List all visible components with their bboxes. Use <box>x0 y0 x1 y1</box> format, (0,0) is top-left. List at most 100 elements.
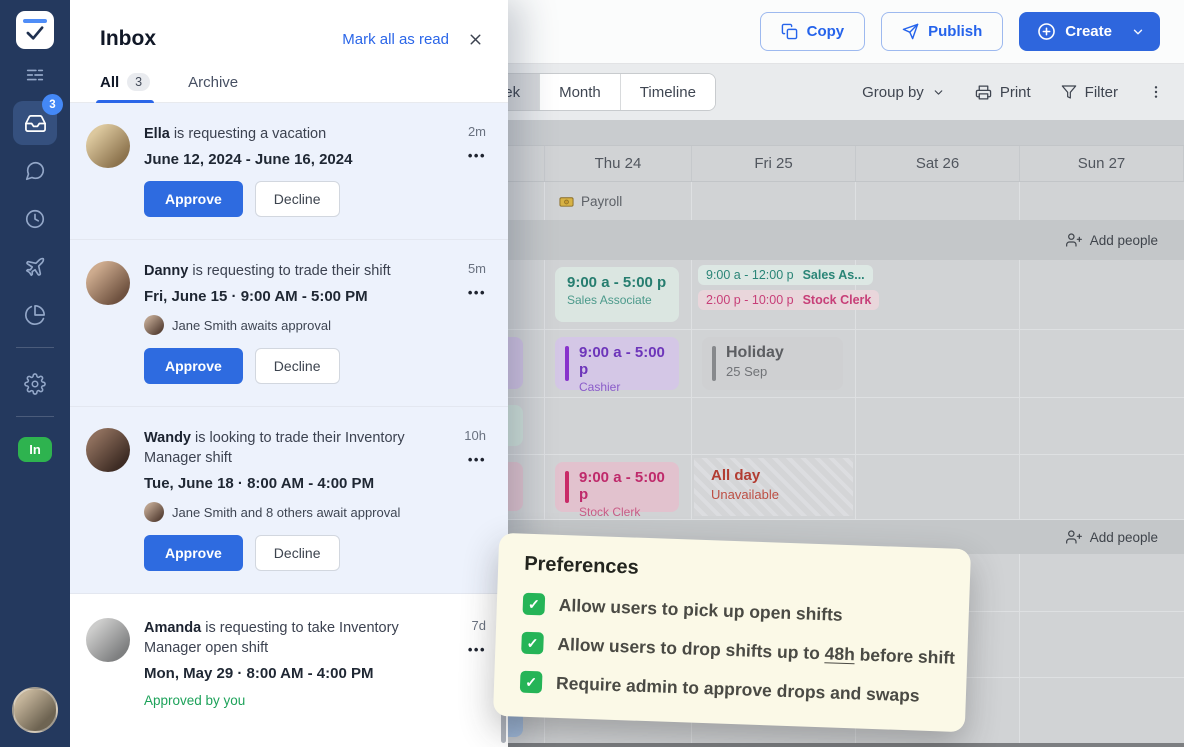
person-add-icon <box>1066 232 1082 248</box>
copy-button[interactable]: Copy <box>760 12 866 51</box>
chevron-down-icon[interactable] <box>1131 25 1145 39</box>
inbox-item-ella[interactable]: Ella is requesting a vacation June 12, 2… <box>70 103 508 240</box>
print-label: Print <box>1000 84 1031 101</box>
clock-in-button[interactable]: In <box>18 437 52 462</box>
unavailable-allday: All day <box>711 467 836 484</box>
tab-archive[interactable]: Archive <box>188 74 238 102</box>
create-label: Create <box>1065 23 1112 40</box>
shift-card-cashier[interactable]: 9:00 a - 5:00 p Cashier <box>555 337 679 390</box>
view-controls: Group by Print Filter <box>862 64 1184 120</box>
more-options-icon[interactable]: ••• <box>452 148 486 163</box>
close-icon[interactable] <box>467 31 484 48</box>
tab-all-count-badge: 3 <box>127 73 150 91</box>
shift-color-bar <box>712 346 716 381</box>
approve-button[interactable]: Approve <box>144 181 243 217</box>
shift-pill-sales[interactable]: 9:00 a - 12:00 p Sales As... <box>698 265 873 285</box>
preference-label: Require admin to approve drops and swaps <box>556 672 920 706</box>
decline-button[interactable]: Decline <box>255 535 340 571</box>
gear-icon <box>24 373 46 395</box>
inbox-count-badge: 3 <box>42 94 63 115</box>
tab-timeline[interactable]: Timeline <box>620 74 715 110</box>
tab-all[interactable]: All 3 <box>100 73 150 102</box>
approval-status-text: Jane Smith and 8 others await approval <box>172 505 400 520</box>
sidebar-item-reports[interactable] <box>13 293 57 337</box>
item-timestamp: 5m <box>452 261 486 276</box>
chat-bubble-icon <box>24 160 46 182</box>
logo-calendar-bar <box>23 19 47 23</box>
sidebar-item-time-clock[interactable] <box>13 197 57 241</box>
plus-circle-icon <box>1037 22 1056 41</box>
person-add-icon <box>1066 529 1082 545</box>
kebab-menu-icon[interactable] <box>1148 84 1164 100</box>
item-detail: Tue, June 18 · 8:00 AM - 4:00 PM <box>144 475 438 492</box>
user-avatar[interactable] <box>12 687 58 733</box>
sidebar-item-chat[interactable] <box>13 149 57 193</box>
inbox-item-danny[interactable]: Danny is requesting to trade their shift… <box>70 240 508 407</box>
sidebar-item-time-off[interactable] <box>13 245 57 289</box>
decline-button[interactable]: Decline <box>255 181 340 217</box>
drop-window-value[interactable]: 48h <box>824 643 855 664</box>
avatar <box>86 124 130 168</box>
payroll-event[interactable]: Payroll <box>545 182 691 220</box>
group-by-label: Group by <box>862 84 924 101</box>
add-people-label[interactable]: Add people <box>1090 233 1158 248</box>
more-options-icon[interactable]: ••• <box>452 285 486 300</box>
publish-button[interactable]: Publish <box>881 12 1003 51</box>
add-people-label[interactable]: Add people <box>1090 530 1158 545</box>
shift-card-sales-associate[interactable]: 9:00 a - 5:00 p Sales Associate <box>555 267 679 322</box>
pie-chart-icon <box>24 304 46 326</box>
sidebar-item-schedules[interactable] <box>13 53 57 97</box>
checkbox-checked-icon[interactable]: ✓ <box>520 671 543 694</box>
clock-icon <box>24 208 46 230</box>
print-button[interactable]: Print <box>975 84 1031 101</box>
inbox-tabs: All 3 Archive <box>70 73 508 103</box>
checkbox-checked-icon[interactable]: ✓ <box>522 593 545 616</box>
day-header-sun[interactable]: Sun 27 <box>1020 146 1184 181</box>
sidebar-item-settings[interactable] <box>13 362 57 406</box>
shift-card-stock-clerk[interactable]: 9:00 a - 5:00 p Stock Clerk <box>555 462 679 512</box>
shift-pill-stock[interactable]: 2:00 p - 10:00 p Stock Clerk <box>698 290 879 310</box>
day-header-thu[interactable]: Thu 24 <box>545 146 692 181</box>
airplane-icon <box>24 256 46 278</box>
caret-down-icon <box>932 86 945 99</box>
group-by-dropdown[interactable]: Group by <box>862 84 945 101</box>
item-timestamp: 7d <box>452 618 486 633</box>
checkbox-checked-icon[interactable]: ✓ <box>521 632 544 655</box>
sidebar-item-inbox[interactable]: 3 <box>13 101 57 145</box>
inbox-item-wandy[interactable]: Wandy is looking to trade their Inventor… <box>70 407 508 594</box>
holiday-title: Holiday <box>726 344 831 362</box>
approve-button[interactable]: Approve <box>144 535 243 571</box>
preferences-title: Preferences <box>524 553 945 591</box>
holiday-card[interactable]: Holiday 25 Sep <box>702 337 843 390</box>
inbox-item-amanda[interactable]: Amanda is requesting to take Inventory M… <box>70 594 508 730</box>
app-logo-icon[interactable] <box>16 11 54 49</box>
filter-button[interactable]: Filter <box>1061 84 1118 101</box>
shift-time: 9:00 a - 12:00 p <box>706 268 794 282</box>
unavailable-block[interactable]: All day Unavailable <box>694 458 853 516</box>
sidebar-divider <box>16 416 54 417</box>
inbox-tray-icon <box>24 112 47 135</box>
shift-time: 9:00 a - 5:00 p <box>579 469 667 503</box>
more-options-icon[interactable]: ••• <box>452 642 486 657</box>
tab-month[interactable]: Month <box>539 74 620 110</box>
approved-status-text: Approved by you <box>144 693 438 708</box>
create-button[interactable]: Create <box>1019 12 1160 51</box>
avatar <box>86 618 130 662</box>
item-title: Danny is requesting to trade their shift <box>144 261 438 281</box>
avatar <box>144 315 164 335</box>
preference-require-admin: ✓ Require admin to approve drops and swa… <box>520 671 941 708</box>
mark-all-read-link[interactable]: Mark all as read <box>342 31 449 48</box>
day-header-sat[interactable]: Sat 26 <box>856 146 1020 181</box>
inbox-panel: Inbox Mark all as read All 3 Archive Ell… <box>70 0 508 747</box>
decline-button[interactable]: Decline <box>255 348 340 384</box>
copy-icon <box>781 23 798 40</box>
preference-open-shifts: ✓ Allow users to pick up open shifts <box>522 593 943 630</box>
filter-label: Filter <box>1085 84 1118 101</box>
preference-label: Allow users to pick up open shifts <box>558 594 842 625</box>
approve-button[interactable]: Approve <box>144 348 243 384</box>
shift-color-bar <box>565 346 569 381</box>
holiday-date: 25 Sep <box>726 364 831 379</box>
more-options-icon[interactable]: ••• <box>452 452 486 467</box>
approval-status-row: Jane Smith awaits approval <box>144 315 438 335</box>
day-header-fri[interactable]: Fri 25 <box>692 146 856 181</box>
